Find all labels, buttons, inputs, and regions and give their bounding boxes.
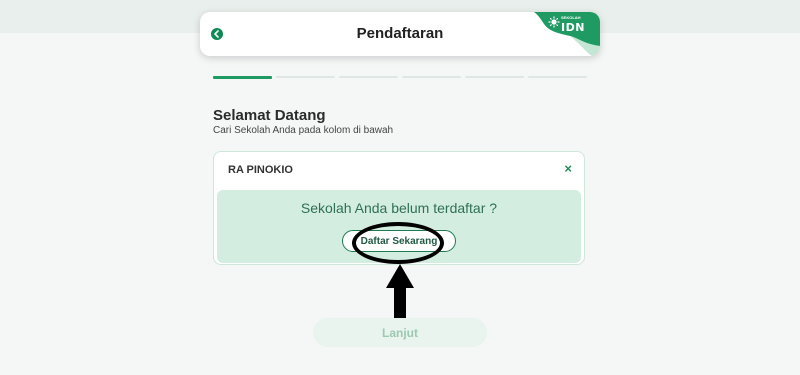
progress-steps	[213, 76, 587, 79]
progress-step	[465, 76, 524, 78]
not-registered-notice: Sekolah Anda belum terdaftar ? Daftar Se…	[217, 190, 581, 263]
progress-step	[402, 76, 461, 78]
sun-icon	[548, 16, 560, 28]
progress-step	[213, 76, 272, 79]
header-bar: Pendaftaran SEKOLAH IDN	[200, 12, 600, 56]
next-button[interactable]: Lanjut	[313, 318, 487, 347]
annotation-arrow	[386, 264, 414, 320]
logo-text: IDN	[561, 21, 585, 34]
close-icon[interactable]: ×	[564, 161, 572, 176]
school-search-value[interactable]: RA PINOKIO	[228, 164, 293, 176]
welcome-title: Selamat Datang	[213, 107, 326, 124]
progress-step	[276, 76, 335, 78]
idn-logo: SEKOLAH IDN	[534, 12, 600, 56]
welcome-subtitle: Cari Sekolah Anda pada kolom di bawah	[213, 125, 394, 136]
school-search-card: RA PINOKIO × Sekolah Anda belum terdafta…	[213, 151, 585, 265]
notice-message: Sekolah Anda belum terdaftar ?	[300, 200, 498, 216]
progress-step	[528, 76, 587, 78]
logo-subtext: SEKOLAH	[561, 15, 581, 20]
register-now-button[interactable]: Daftar Sekarang	[342, 230, 456, 252]
progress-step	[339, 76, 398, 78]
